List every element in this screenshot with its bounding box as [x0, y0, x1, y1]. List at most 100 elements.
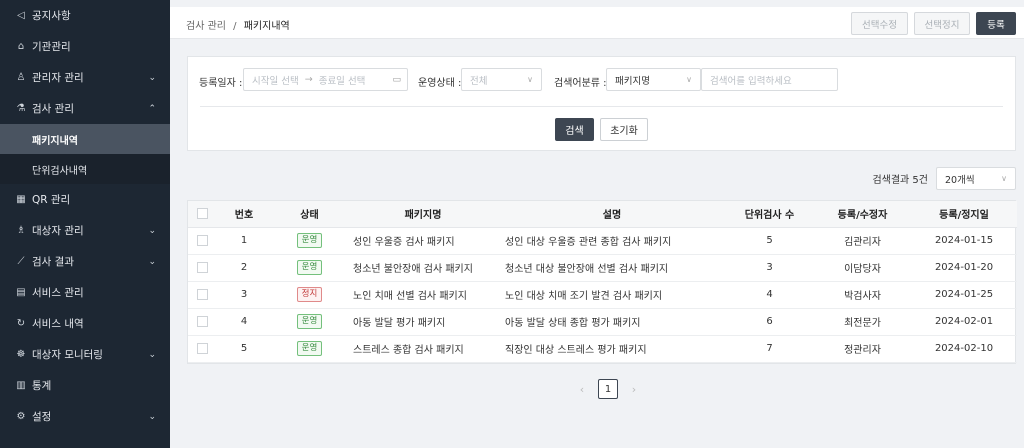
cell-count: 4 — [725, 281, 814, 309]
keyword-placeholder: 검색어를 입력하세요 — [710, 75, 792, 87]
page-number-current[interactable]: 1 — [598, 379, 618, 399]
status-badge: 정지 — [296, 287, 323, 302]
cell-count: 3 — [725, 254, 814, 282]
cell-no: 2 — [216, 254, 272, 282]
cell-count: 7 — [725, 335, 814, 363]
table-row[interactable]: 1 운영 성인 우울증 검사 패키지 성인 대상 우울증 관련 종합 검사 패키지 5 김… — [188, 227, 1017, 255]
chevron-up-icon: ⌃ — [148, 103, 156, 114]
cell-name[interactable]: 노인 치매 선별 검사 패키지 — [347, 281, 499, 309]
row-checkbox[interactable] — [188, 254, 216, 282]
date-label: 등록일자 : — [199, 78, 243, 89]
col-header-date: 등록/정지일 — [911, 201, 1017, 228]
sidebar-subitem[interactable]: 단위검사내역 — [0, 154, 170, 184]
sidebar-item-label: QR 관리 — [32, 194, 71, 206]
status-badge: 운영 — [296, 260, 323, 275]
table-row[interactable]: 2 운영 청소년 불안장애 검사 패키지 청소년 대상 불안장애 선별 검사 패키지 3… — [188, 254, 1017, 282]
breadcrumb-parent[interactable]: 검사 관리 — [186, 21, 226, 32]
cell-name[interactable]: 청소년 불안장애 검사 패키지 — [347, 254, 499, 282]
table-row[interactable]: 3 정지 노인 치매 선별 검사 패키지 노인 대상 치매 조기 발견 검사 패키지 4… — [188, 281, 1017, 309]
status-badge: 운영 — [296, 233, 323, 248]
sidebar-item-flask[interactable]: ⚗ 검사 관리 ⌃ — [0, 93, 170, 124]
next-page-button[interactable]: › — [624, 383, 644, 396]
select-all-checkbox[interactable] — [188, 201, 216, 228]
chevron-down-icon: ⌄ — [148, 411, 156, 422]
main-content: 검사 관리 / 패키지내역 선택수정 선택정지 등록 등록일자 : 시작일 선택… — [170, 0, 1024, 448]
register-button[interactable]: 등록 — [976, 12, 1016, 35]
end-date-placeholder: 종료일 선택 — [318, 75, 366, 87]
cell-name[interactable]: 아동 발달 평가 패키지 — [347, 308, 499, 336]
gear-icon: ⚙ — [16, 411, 26, 422]
chart-line-icon: ⟋ — [17, 256, 25, 267]
sidebar-item-bank[interactable]: ⌂ 기관관리 — [0, 31, 170, 62]
page-size-select[interactable]: 20개씩 ∨ — [936, 167, 1016, 190]
table-row[interactable]: 5 운영 스트레스 종합 검사 패키지 직장인 대상 스트레스 평가 패키지 7 정관리자… — [188, 335, 1017, 363]
calendar-icon: ▭ — [392, 74, 401, 85]
cell-desc: 청소년 대상 불안장애 선별 검사 패키지 — [499, 254, 725, 282]
cell-date: 2024-02-10 — [911, 335, 1017, 363]
cell-user: 박검사자 — [814, 281, 911, 309]
chevron-down-icon: ∨ — [686, 75, 692, 84]
cell-desc: 노인 대상 치매 조기 발견 검사 패키지 — [499, 281, 725, 309]
cell-name[interactable]: 스트레스 종합 검사 패키지 — [347, 335, 499, 363]
search-panel: 등록일자 : 시작일 선택 → 종료일 선택 ▭ 운영상태 : 전체 ∨ 검색어… — [187, 56, 1016, 151]
sidebar-item-monitor[interactable]: ☸ 대상자 모니터링 ⌄ — [0, 339, 170, 370]
chevron-down-icon: ⌄ — [148, 225, 156, 236]
sidebar-item-label: 검사 관리 — [32, 103, 74, 115]
breadcrumb-separator: / — [233, 21, 237, 32]
result-bar: 검색결과 5건 20개씩 ∨ — [872, 167, 1016, 190]
cell-name[interactable]: 성인 우울증 검사 패키지 — [347, 227, 499, 255]
chevron-down-icon: ⌄ — [148, 256, 156, 267]
category-select-value: 패키지명 — [615, 75, 650, 87]
sidebar-item-qr[interactable]: ▦ QR 관리 — [0, 184, 170, 215]
bar-chart-icon: ▥ — [16, 380, 26, 391]
breadcrumb-current: 패키지내역 — [243, 21, 290, 32]
flask-icon: ⚗ — [16, 103, 26, 114]
cell-user: 이담당자 — [814, 254, 911, 282]
sidebar-item-label: 대상자 관리 — [32, 225, 84, 237]
sidebar-item-label: 기관관리 — [32, 41, 71, 53]
search-button[interactable]: 검색 — [555, 118, 594, 141]
sidebar-item-gear[interactable]: ⚙ 설정 ⌄ — [0, 401, 170, 432]
cell-status: 정지 — [272, 281, 347, 309]
date-range-picker[interactable]: 시작일 선택 → 종료일 선택 ▭ — [243, 68, 408, 91]
row-checkbox[interactable] — [188, 335, 216, 363]
start-date-placeholder: 시작일 선택 — [252, 75, 299, 87]
sidebar-item-bar-chart[interactable]: ▥ 통계 — [0, 370, 170, 401]
sidebar-item-label: 관리자 관리 — [32, 72, 84, 84]
col-header-desc: 설명 — [499, 201, 725, 228]
category-select[interactable]: 패키지명 ∨ — [606, 68, 701, 91]
sidebar-item-megaphone[interactable]: ◁ 공지사항 — [0, 0, 170, 31]
sidebar-item-user[interactable]: ♙ 관리자 관리 ⌄ — [0, 62, 170, 93]
col-header-status: 상태 — [272, 201, 347, 228]
sidebar: ◁ 공지사항 ⌂ 기관관리 ♙ 관리자 관리 ⌄ ⚗ 검사 관리 ⌃ 패키지내역 단위검사내역 ▦ Q… — [0, 0, 170, 448]
row-checkbox[interactable] — [188, 227, 216, 255]
table-row[interactable]: 4 운영 아동 발달 평가 패키지 아동 발달 상태 종합 평가 패키지 6 최전문가 20… — [188, 308, 1017, 336]
row-checkbox[interactable] — [188, 281, 216, 309]
edit-selected-button[interactable]: 선택수정 — [851, 12, 908, 35]
row-checkbox[interactable] — [188, 308, 216, 336]
status-label: 운영상태 : — [418, 78, 462, 89]
sidebar-item-grid[interactable]: ▤ 서비스 관리 — [0, 277, 170, 308]
reset-button[interactable]: 초기화 — [600, 118, 648, 141]
cell-no: 5 — [216, 335, 272, 363]
sidebar-item-chart-line[interactable]: ⟋ 검사 결과 ⌄ — [0, 246, 170, 277]
cell-desc: 직장인 대상 스트레스 평가 패키지 — [499, 335, 725, 363]
cell-no: 1 — [216, 227, 272, 255]
cell-date: 2024-01-20 — [911, 254, 1017, 282]
keyword-input[interactable]: 검색어를 입력하세요 — [701, 68, 838, 91]
status-select[interactable]: 전체 ∨ — [461, 68, 542, 91]
sidebar-item-label: 서비스 내역 — [32, 318, 84, 330]
cell-user: 정관리자 — [814, 335, 911, 363]
sidebar-item-users[interactable]: ♗ 대상자 관리 ⌄ — [0, 215, 170, 246]
cell-desc: 성인 대상 우울증 관련 종합 검사 패키지 — [499, 227, 725, 255]
sidebar-item-history[interactable]: ↻ 서비스 내역 — [0, 308, 170, 339]
sidebar-item-label: 공지사항 — [32, 10, 71, 22]
stop-selected-button[interactable]: 선택정지 — [914, 12, 970, 35]
prev-page-button[interactable]: ‹ — [572, 383, 592, 396]
top-bar: 검사 관리 / 패키지내역 선택수정 선택정지 등록 — [170, 7, 1024, 39]
sidebar-subitem[interactable]: 패키지내역 — [0, 124, 170, 154]
history-icon: ↻ — [16, 318, 26, 329]
sidebar-item-label: 설정 — [32, 411, 52, 423]
chevron-down-icon: ∨ — [527, 75, 533, 84]
page-size-value: 20개씩 — [945, 174, 975, 186]
